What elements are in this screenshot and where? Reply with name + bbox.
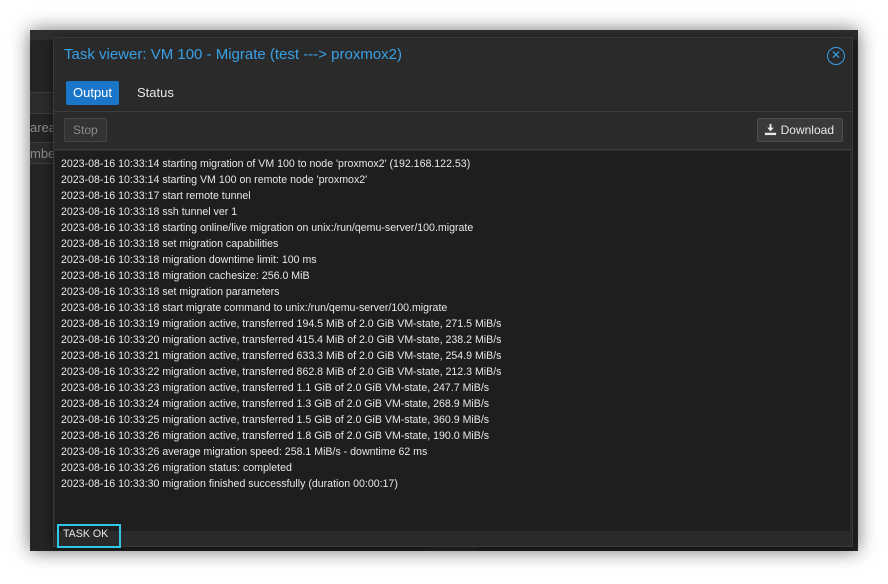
log-line: 2023-08-16 10:33:21 migration active, tr… <box>61 350 502 362</box>
log-line: 2023-08-16 10:33:24 migration active, tr… <box>61 398 490 410</box>
log-line: 2023-08-16 10:33:18 start migrate comman… <box>61 302 448 314</box>
stop-button[interactable]: Stop <box>64 118 107 142</box>
log-line: 2023-08-16 10:33:18 set migration parame… <box>61 286 280 298</box>
log-line: 2023-08-16 10:33:18 migration cachesize:… <box>61 270 310 282</box>
task-ok-status: TASK OK <box>57 524 121 548</box>
log-line: 2023-08-16 10:33:14 starting VM 100 on r… <box>61 174 368 186</box>
log-line: 2023-08-16 10:33:30 migration finished s… <box>61 478 398 490</box>
log-line: 2023-08-16 10:33:19 migration active, tr… <box>61 318 502 330</box>
dialog-titlebar[interactable]: Task viewer: VM 100 - Migrate (test --->… <box>54 38 852 74</box>
dialog-title: Task viewer: VM 100 - Migrate (test --->… <box>64 46 403 63</box>
log-line: 2023-08-16 10:33:26 average migration sp… <box>61 446 428 458</box>
log-line: 2023-08-16 10:33:18 set migration capabi… <box>61 238 279 250</box>
log-line: 2023-08-16 10:33:22 migration active, tr… <box>61 366 502 378</box>
screen: area mbe Task viewer: VM 100 - Migrate (… <box>30 30 858 551</box>
log-line: 2023-08-16 10:33:20 migration active, tr… <box>61 334 502 346</box>
log-line: 2023-08-16 10:33:26 migration active, tr… <box>61 430 490 442</box>
tab-status[interactable]: Status <box>130 81 181 105</box>
log-line: 2023-08-16 10:33:25 migration active, tr… <box>61 414 490 426</box>
log-line: 2023-08-16 10:33:18 ssh tunnel ver 1 <box>61 206 238 218</box>
download-icon <box>764 123 776 136</box>
close-icon[interactable]: ✕ <box>827 47 845 65</box>
log-line: 2023-08-16 10:33:18 migration downtime l… <box>61 254 317 266</box>
task-log-output[interactable]: 2023-08-16 10:33:14 starting migration o… <box>55 151 850 548</box>
download-button[interactable]: Download <box>756 118 843 142</box>
log-line: 2023-08-16 10:33:18 starting online/live… <box>61 222 474 234</box>
task-viewer-dialog: Task viewer: VM 100 - Migrate (test --->… <box>53 37 853 548</box>
tab-output[interactable]: Output <box>66 81 120 105</box>
tab-bar: Output Status <box>54 74 852 112</box>
log-line: 2023-08-16 10:33:23 migration active, tr… <box>61 382 490 394</box>
log-line: 2023-08-16 10:33:17 start remote tunnel <box>61 190 251 202</box>
log-line: 2023-08-16 10:33:26 migration status: co… <box>61 462 292 474</box>
toolbar: Stop Download <box>54 112 852 150</box>
log-line: 2023-08-16 10:33:14 starting migration o… <box>61 158 471 170</box>
download-label: Download <box>780 123 834 137</box>
